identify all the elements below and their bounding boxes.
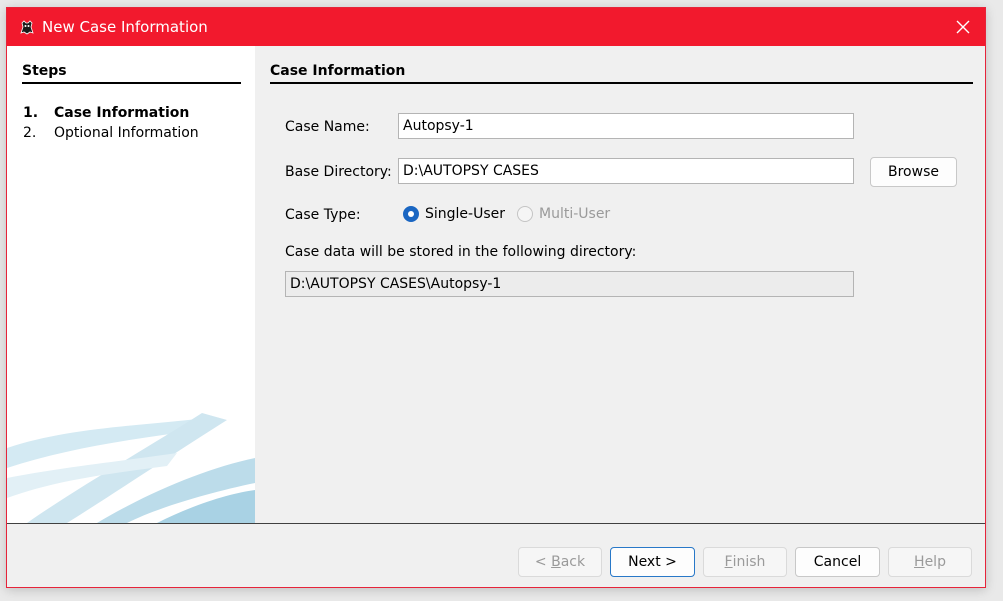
cancel-button[interactable]: Cancel [795, 547, 880, 577]
case-info-panel: Case Information Case Name: Base Directo… [255, 46, 985, 523]
next-button[interactable]: Next > [610, 547, 695, 577]
finish-rest: inish [732, 554, 766, 570]
step-label: Optional Information [54, 125, 199, 141]
close-icon [956, 20, 970, 34]
back-mnemonic: B [551, 554, 561, 570]
back-rest: ack [560, 554, 586, 570]
new-case-dialog: New Case Information Steps 1. Case Inform… [6, 7, 986, 588]
back-prefix: < [534, 554, 552, 570]
step-number: 2. [23, 125, 37, 141]
radio-selected-icon [403, 206, 419, 222]
window-title: New Case Information [42, 18, 208, 36]
multi-user-radio[interactable]: Multi-User [517, 206, 610, 222]
radio-unselected-icon [517, 206, 533, 222]
steps-panel: Steps 1. Case Information 2. Optional Info… [7, 46, 255, 523]
title-bar: New Case Information [7, 8, 985, 46]
step-case-information: 1. Case Information [23, 105, 189, 121]
wizard-footer: < Back Next > Finish Cancel Help [7, 524, 985, 587]
step-optional-information: 2. Optional Information [23, 125, 199, 141]
case-name-label: Case Name: [285, 119, 370, 135]
section-header: Case Information [270, 63, 973, 84]
step-number: 1. [23, 105, 39, 121]
help-button[interactable]: Help [888, 547, 972, 577]
steps-header: Steps [22, 63, 241, 84]
case-type-label: Case Type: [285, 207, 361, 223]
single-user-radio[interactable]: Single-User [403, 206, 505, 222]
help-mnemonic: H [914, 554, 925, 570]
step-label: Case Information [54, 105, 190, 121]
help-rest: elp [924, 554, 946, 570]
storage-directory-label: Case data will be stored in the followin… [285, 244, 637, 260]
single-user-label: Single-User [425, 206, 506, 222]
finish-mnemonic: F [724, 554, 733, 570]
browse-button[interactable]: Browse [870, 157, 957, 187]
finish-button[interactable]: Finish [703, 547, 787, 577]
multi-user-label: Multi-User [539, 206, 611, 222]
decorative-swoosh-graphic [7, 413, 255, 523]
case-name-input[interactable] [398, 113, 854, 139]
autopsy-dog-icon [20, 20, 34, 35]
back-button[interactable]: < Back [518, 547, 602, 577]
storage-path-field[interactable] [285, 271, 854, 297]
base-directory-input[interactable] [398, 158, 854, 184]
close-button[interactable] [941, 8, 985, 46]
base-directory-label: Base Directory: [285, 164, 392, 180]
